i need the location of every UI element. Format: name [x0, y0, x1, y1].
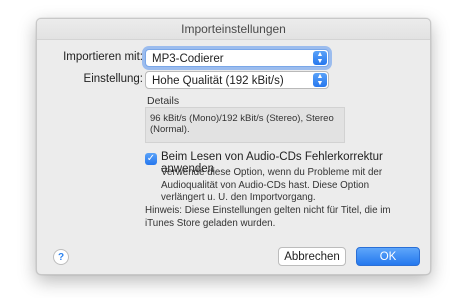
- cancel-button[interactable]: Abbrechen: [278, 247, 346, 266]
- chevron-updown-icon: ▲ ▼: [313, 73, 327, 87]
- error-correction-checkbox[interactable]: ✓: [145, 153, 157, 165]
- details-text: 96 kBit/s (Mono)/192 kBit/s (Stereo), St…: [145, 107, 345, 143]
- chevron-updown-icon: ▲ ▼: [313, 51, 327, 65]
- hint-text: Hinweis: Diese Einstellungen gelten nich…: [145, 205, 391, 229]
- details-label: Details: [147, 95, 180, 107]
- setting-popup[interactable]: Hohe Qualität (192 kBit/s) ▲ ▼: [145, 71, 329, 89]
- import-with-value: MP3-Codierer: [152, 53, 224, 65]
- error-correction-description: Verwende diese Option, wenn du Probleme …: [161, 167, 383, 203]
- setting-value: Hohe Qualität (192 kBit/s): [152, 75, 284, 87]
- setting-label: Einstellung:: [83, 73, 143, 85]
- ok-button[interactable]: OK: [356, 247, 420, 266]
- import-with-label: Importieren mit:: [63, 51, 143, 63]
- checkmark-icon: ✓: [146, 153, 156, 164]
- import-with-popup[interactable]: MP3-Codierer ▲ ▼: [145, 49, 329, 67]
- question-mark-icon[interactable]: ?: [53, 249, 69, 265]
- import-settings-dialog: Importeinstellungen Importieren mit: MP3…: [36, 18, 431, 275]
- window-title: Importeinstellungen: [37, 19, 430, 40]
